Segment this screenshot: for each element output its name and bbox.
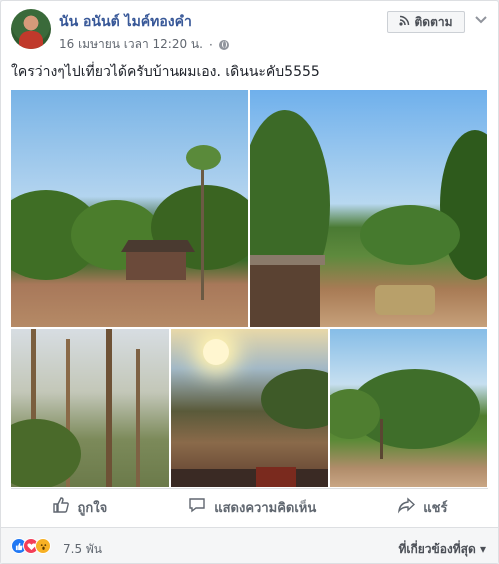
action-divider — [11, 488, 488, 489]
photo-2[interactable] — [250, 90, 487, 327]
avatar[interactable] — [11, 9, 51, 49]
timestamp[interactable]: 16 เมษายน เวลา 12:20 น. — [59, 35, 203, 54]
chevron-down-icon[interactable] — [471, 11, 491, 33]
follow-label: ติดตาม — [414, 14, 453, 29]
reaction-count[interactable]: 7.5 พัน — [63, 540, 102, 559]
post-text: ใครว่างๆไปเที่ยวได้ครับบ้านผมเอง. เดินนะ… — [11, 64, 320, 80]
photo-3[interactable] — [11, 329, 169, 487]
share-icon — [397, 496, 416, 518]
like-icon — [52, 496, 70, 518]
rss-icon — [399, 15, 410, 29]
comment-label: แสดงความคิดเห็น — [214, 500, 317, 516]
like-label: ถูกใจ — [77, 500, 108, 516]
follow-button[interactable]: ติดตาม — [387, 11, 465, 33]
globe-icon[interactable] — [218, 39, 229, 50]
post-meta: 16 เมษายน เวลา 12:20 น. · — [59, 35, 229, 54]
like-button[interactable]: ถูกใจ — [52, 496, 108, 518]
share-label: แชร์ — [423, 500, 448, 516]
author-name[interactable]: นัน อนันต์ ไมค์ทองคำ — [59, 11, 192, 33]
comment-button[interactable]: แสดงความคิดเห็น — [188, 496, 316, 518]
action-bar: ถูกใจ แสดงความคิดเห็น แชร์ — [11, 493, 488, 521]
meta-separator: · — [208, 37, 213, 52]
sort-dropdown[interactable]: ที่เกี่ยวข้องที่สุด ▾ — [398, 540, 486, 559]
photo-4[interactable] — [171, 329, 328, 487]
photo-1[interactable] — [11, 90, 248, 327]
post-card: นัน อนันต์ ไมค์ทองคำ 16 เมษายน เวลา 12:2… — [0, 0, 499, 564]
comment-icon — [188, 496, 206, 518]
share-button[interactable]: แชร์ — [397, 496, 447, 518]
wow-reaction-icon — [35, 538, 51, 554]
photo-5[interactable] — [330, 329, 487, 487]
reactions-summary[interactable] — [11, 538, 51, 554]
reactions-footer: 7.5 พัน ที่เกี่ยวข้องที่สุด ▾ — [1, 528, 498, 563]
